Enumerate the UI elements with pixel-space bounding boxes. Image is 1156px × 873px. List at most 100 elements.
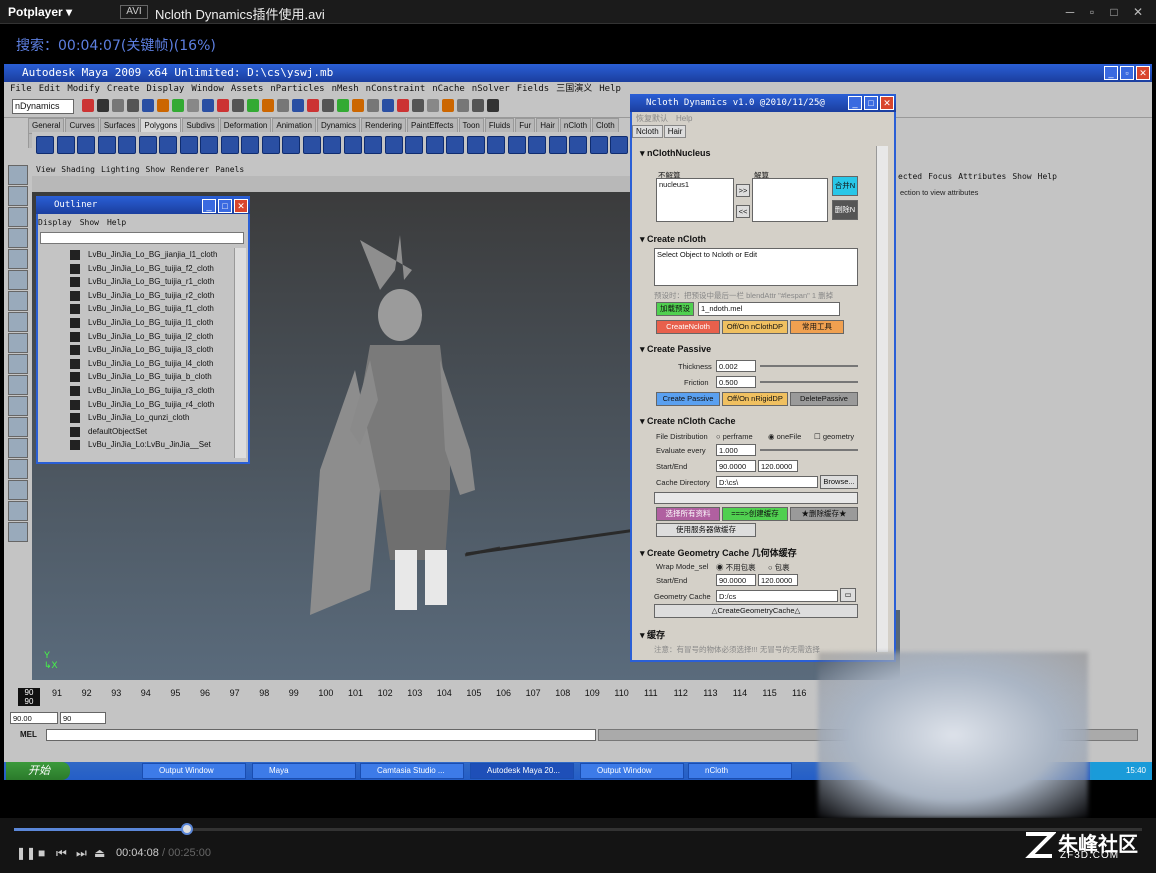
shelf-tab[interactable]: nCloth	[559, 118, 592, 133]
outliner-item[interactable]: LvBu_JinJia_Lo_BG_tuijia_r4_cloth	[40, 398, 236, 412]
preset-select[interactable]: 1_ndoth.mel	[698, 302, 840, 316]
outliner-item[interactable]: LvBu_JinJia_Lo_BG_tuijia_r2_cloth	[40, 289, 236, 303]
viewport-menu-item[interactable]: Show	[146, 165, 165, 174]
range-inner-input[interactable]: 90	[60, 712, 106, 724]
cache-dir-input[interactable]: D:\cs\	[716, 476, 818, 488]
shelf-tab[interactable]: Polygons	[140, 118, 182, 133]
outliner-maximize-icon[interactable]: □	[218, 199, 232, 213]
tool-icon[interactable]	[8, 270, 28, 290]
thickness-input[interactable]: 0.002	[716, 360, 756, 372]
shelf-tool-icon[interactable]	[466, 136, 485, 154]
merge-nucleus-button[interactable]: 合并N	[832, 176, 858, 196]
taskbar-task[interactable]: Output Window	[142, 763, 246, 779]
move-left-button[interactable]: <<	[736, 205, 750, 218]
toolbar-icon[interactable]	[262, 99, 274, 112]
maya-menu-item[interactable]: Help	[599, 84, 621, 94]
maya-menu-item[interactable]: Window	[191, 84, 224, 94]
create-geo-cache-button[interactable]: △CreateGeometryCache△	[654, 604, 858, 618]
tool-icon[interactable]	[8, 249, 28, 269]
tool-icon[interactable]	[8, 165, 28, 185]
maya-menu-item[interactable]: nCache	[432, 84, 465, 94]
cache-end-input[interactable]: 120.0000	[758, 460, 798, 472]
friction-slider[interactable]	[760, 381, 858, 383]
shelf-tool-icon[interactable]	[302, 136, 321, 154]
taskbar-task[interactable]: Camtasia Studio ...	[360, 763, 464, 779]
range-start-input[interactable]: 90.00	[10, 712, 58, 724]
maya-menu-item[interactable]: nConstraint	[366, 84, 426, 94]
toolbar-icon[interactable]	[487, 99, 499, 112]
start-button[interactable]: 开始	[6, 762, 70, 780]
toolbar-icon[interactable]	[382, 99, 394, 112]
shelf-tool-icon[interactable]	[343, 136, 362, 154]
shelf-tool-icon[interactable]	[384, 136, 403, 154]
viewport-menu-item[interactable]: Shading	[61, 165, 95, 174]
outliner-item[interactable]: LvBu_JinJia_Lo_BG_jianjia_l1_cloth	[40, 248, 236, 262]
outliner-item[interactable]: LvBu_JinJia_Lo_BG_tuijia_r3_cloth	[40, 384, 236, 398]
outliner-item[interactable]: LvBu_JinJia_Lo:LvBu_JinJia__Set	[40, 438, 236, 452]
toggle-ncloth-dp-button[interactable]: Off/On nClothDP	[722, 320, 788, 334]
shelf-tool-icon[interactable]	[282, 136, 300, 154]
toolbar-icon[interactable]	[97, 99, 109, 112]
shelf-tab[interactable]: Surfaces	[99, 118, 140, 133]
maya-menu-item[interactable]: 三国演义	[556, 84, 592, 94]
shelf-tool-icon[interactable]	[507, 136, 526, 154]
onefile-radio[interactable]: ◉ oneFile	[768, 432, 801, 441]
friction-input[interactable]: 0.500	[716, 376, 756, 388]
ncloth-menu-item[interactable]: 恢复默认	[636, 114, 668, 123]
outliner-menu-item[interactable]: Help	[107, 218, 126, 227]
viewport-menu-item[interactable]: View	[36, 165, 55, 174]
viewport-menu-item[interactable]: Renderer	[171, 165, 210, 174]
outliner-filter-input[interactable]	[40, 232, 244, 244]
ncloth-tab[interactable]: Ncloth	[632, 125, 663, 138]
attribute-menu-item[interactable]: Focus	[928, 172, 952, 181]
taskbar-task[interactable]: Maya	[252, 763, 356, 779]
create-cache-button[interactable]: ===>创建缓存	[722, 507, 788, 521]
toolbar-icon[interactable]	[367, 99, 379, 112]
minimize-icon[interactable]: ─	[1062, 4, 1078, 20]
maya-menu-item[interactable]: Modify	[67, 84, 100, 94]
tool-icon[interactable]	[8, 186, 28, 206]
outliner-list[interactable]: LvBu_JinJia_Lo_BG_jianjia_l1_cloth LvBu_J…	[40, 248, 236, 456]
no-wrap-radio[interactable]: ◉ 不用包裹	[716, 562, 756, 573]
geo-start-input[interactable]: 90.0000	[716, 574, 756, 586]
toolbar-icon[interactable]	[112, 99, 124, 112]
toolbar-icon[interactable]	[472, 99, 484, 112]
toolbar-icon[interactable]	[352, 99, 364, 112]
outliner-scrollbar[interactable]	[234, 248, 246, 458]
maya-menu-item[interactable]: nMesh	[332, 84, 359, 94]
toolbar-icon[interactable]	[412, 99, 424, 112]
tool-icon[interactable]	[8, 375, 28, 395]
create-passive-button[interactable]: Create Passive	[656, 392, 720, 406]
shelf-tab[interactable]: Hair	[536, 118, 559, 133]
attribute-menu-item[interactable]: Help	[1038, 172, 1057, 181]
tool-icon[interactable]	[8, 417, 28, 437]
shelf-tool-icon[interactable]	[118, 136, 136, 154]
mel-label[interactable]: MEL	[20, 730, 37, 739]
shelf-tool-icon[interactable]	[241, 136, 259, 154]
maya-menu-item[interactable]: Display	[146, 84, 184, 94]
restore-icon[interactable]: ▫	[1084, 4, 1100, 20]
toolbar-icon[interactable]	[307, 99, 319, 112]
shelf-tool-icon[interactable]	[610, 136, 628, 154]
browse-button[interactable]: Browse...	[820, 475, 858, 489]
toolbar-icon[interactable]	[322, 99, 334, 112]
shelf-tool-icon[interactable]	[364, 136, 382, 154]
maya-menu-item[interactable]: Create	[107, 84, 140, 94]
viewport-menu-item[interactable]: Lighting	[101, 165, 140, 174]
character-model[interactable]	[300, 230, 500, 620]
shelf-tool-icon[interactable]	[323, 136, 341, 154]
toolbar-icon[interactable]	[202, 99, 214, 112]
toolbar-icon[interactable]	[172, 99, 184, 112]
shelf-tab[interactable]: Toon	[458, 118, 484, 133]
maya-menu-item[interactable]: Assets	[231, 84, 264, 94]
viewport-menu-item[interactable]: Panels	[215, 165, 244, 174]
eject-icon[interactable]: ⏏	[94, 846, 105, 860]
unsolved-list[interactable]: nucleus1	[656, 178, 734, 222]
tool-icon[interactable]	[8, 438, 28, 458]
toolbar-icon[interactable]	[292, 99, 304, 112]
shelf-tool-icon[interactable]	[159, 136, 177, 154]
shelf-tab[interactable]: Dynamics	[316, 118, 361, 133]
toggle-rigid-dp-button[interactable]: Off/On nRigidDP	[722, 392, 788, 406]
shelf-tool-icon[interactable]	[569, 136, 587, 154]
ncloth-tab[interactable]: Hair	[663, 125, 687, 138]
